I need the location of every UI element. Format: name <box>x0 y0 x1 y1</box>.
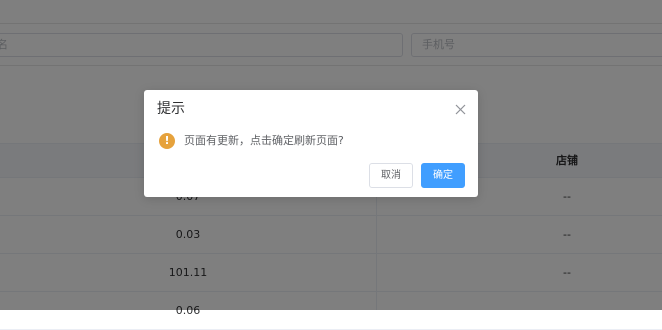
dialog-message: 页面有更新，点击确定刷新页面? <box>184 134 344 147</box>
close-icon[interactable] <box>455 104 466 115</box>
cancel-button[interactable]: 取消 <box>369 163 413 188</box>
message-box-dialog: 提示 ! 页面有更新，点击确定刷新页面? 取消 确定 <box>144 90 478 197</box>
confirm-button[interactable]: 确定 <box>421 163 465 188</box>
warning-icon: ! <box>159 133 175 149</box>
dialog-title: 提示 <box>157 101 185 117</box>
